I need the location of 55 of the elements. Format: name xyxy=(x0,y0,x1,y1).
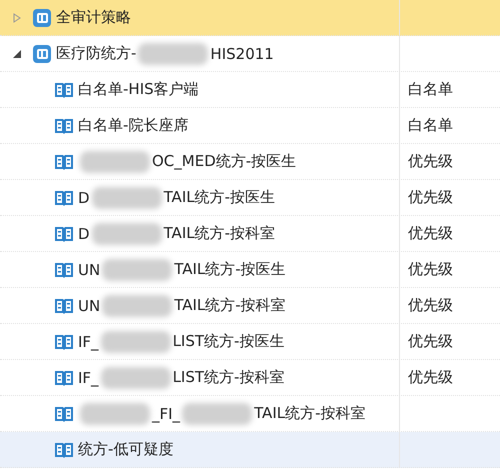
policy-icon xyxy=(32,8,52,28)
blurred-region xyxy=(138,42,208,64)
tree-item-label: TAIL统方-按医生 xyxy=(174,260,286,279)
tree-item-label: TAIL统方-按科室 xyxy=(164,224,276,243)
tree-item-label: HIS2011 xyxy=(210,44,274,62)
tree-row[interactable]: 白名单-HIS客户端 白名单 xyxy=(0,72,500,108)
tree-item-label: TAIL统方-按医生 xyxy=(164,188,276,207)
tree-row[interactable]: UN TAIL统方-按科室 优先级 xyxy=(0,288,500,324)
type-cell: 优先级 xyxy=(408,368,453,387)
tree-row[interactable]: 白名单-院长座席 白名单 xyxy=(0,108,500,144)
tree-row[interactable]: 全审计策略 xyxy=(0,0,500,36)
blurred-region xyxy=(102,294,172,316)
tree-item-label: 白名单-院长座席 xyxy=(78,116,188,135)
tree-item-label: IF_ xyxy=(78,368,99,386)
tree-item-label: TAIL统方-按科室 xyxy=(254,404,366,423)
blurred-region xyxy=(100,366,171,388)
blurred-region xyxy=(100,330,171,352)
tree-item-label: 全审计策略 xyxy=(56,8,131,27)
tree-row[interactable]: UN TAIL统方-按医生 优先级 xyxy=(0,252,500,288)
collapse-icon[interactable] xyxy=(12,48,22,58)
tree-item-label: TAIL统方-按科室 xyxy=(174,296,286,315)
tree-item-label: IF_ xyxy=(78,332,99,350)
blurred-region xyxy=(182,402,252,424)
type-cell: 优先级 xyxy=(408,260,453,279)
tree-item-label: D xyxy=(78,224,90,242)
tree-row[interactable]: D TAIL统方-按科室 优先级 xyxy=(0,216,500,252)
tree-item-label: 白名单-HIS客户端 xyxy=(78,80,199,99)
tree-item-label: OC_MED统方-按医生 xyxy=(152,152,296,171)
tree-item-label: UN xyxy=(78,260,100,278)
tree-row[interactable]: D TAIL统方-按医生 优先级 xyxy=(0,180,500,216)
type-cell: 优先级 xyxy=(408,296,453,315)
tree-row[interactable]: IF_ LIST统方-按科室 优先级 xyxy=(0,360,500,396)
tree-row[interactable]: IF_ LIST统方-按医生 优先级 xyxy=(0,324,500,360)
blurred-region xyxy=(102,258,172,280)
tree-row[interactable]: OC_MED统方-按医生 优先级 xyxy=(0,144,500,180)
type-cell: 优先级 xyxy=(408,224,453,243)
policy-icon xyxy=(32,44,52,64)
tree-item-label: 统方-低可疑度 xyxy=(78,440,174,459)
tree-row[interactable]: 医疗防统方- HIS2011 xyxy=(0,36,500,72)
blurred-region xyxy=(92,222,162,244)
type-cell: 优先级 xyxy=(408,152,453,171)
type-cell: 白名单 xyxy=(408,80,453,99)
type-cell: 优先级 xyxy=(408,188,453,207)
tree-item-label: 医疗防统方- xyxy=(56,44,136,63)
type-cell: 优先级 xyxy=(408,332,453,351)
blurred-region xyxy=(80,402,150,424)
tree-item-label: _FI_ xyxy=(152,404,180,422)
blurred-region xyxy=(92,186,162,208)
tree-item-label: D xyxy=(78,188,90,206)
tree-item-label: LIST统方-按科室 xyxy=(172,368,284,387)
type-cell: 白名单 xyxy=(408,116,453,135)
blurred-region xyxy=(80,150,150,172)
tree-row[interactable]: 统方-低可疑度 xyxy=(0,432,500,468)
tree-item-label: LIST统方-按医生 xyxy=(172,332,284,351)
tree-item-label: UN xyxy=(78,296,100,314)
